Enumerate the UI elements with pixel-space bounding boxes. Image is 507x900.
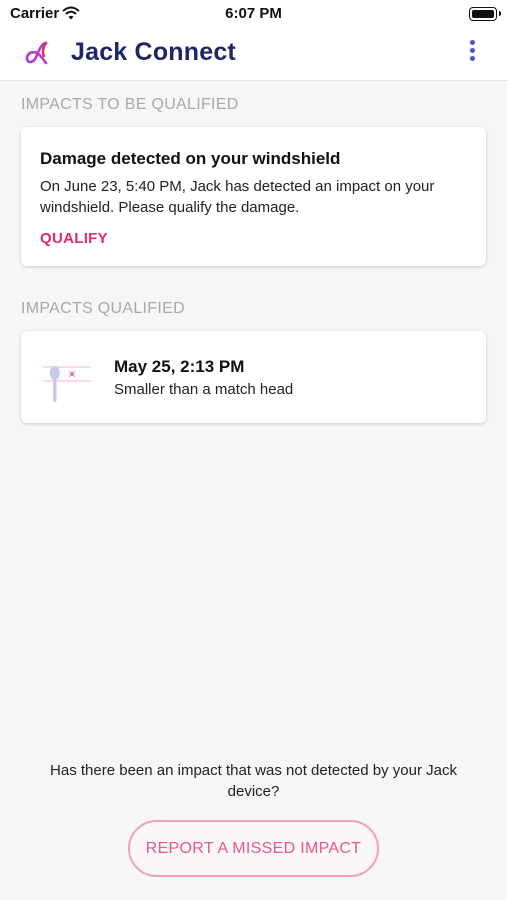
report-missed-impact-button[interactable]: REPORT A MISSED IMPACT [128,820,379,877]
status-time: 6:07 PM [225,5,282,22]
battery-icon [469,7,501,21]
jack-connect-logo-icon [24,40,54,71]
section-title-impacts-to-be-qualified: IMPACTS TO BE QUALIFIED [21,96,239,113]
pending-impact-text: On June 23, 5:40 PM, Jack has detected a… [40,178,435,216]
impact-description: Smaller than a match head [114,381,294,398]
section-title-impacts-qualified: IMPACTS QUALIFIED [21,300,185,317]
match-head-icon [43,361,93,410]
more-options-button[interactable] [467,40,477,66]
pending-impact-card: Damage detected on your windshield On Ju… [21,127,486,266]
app-header: Jack Connect [0,28,507,81]
app-title: Jack Connect [71,38,236,66]
qualify-button[interactable]: QUALIFY [40,230,108,247]
status-bar: Carrier 6:07 PM [0,0,507,28]
list-item[interactable]: May 25, 2:13 PM Smaller than a match hea… [21,331,486,423]
more-vertical-icon [469,40,475,45]
missed-impact-question: Has there been an impact that was not de… [50,762,457,800]
pending-impact-title: Damage detected on your windshield [40,149,341,168]
impact-date: May 25, 2:13 PM [114,357,245,376]
